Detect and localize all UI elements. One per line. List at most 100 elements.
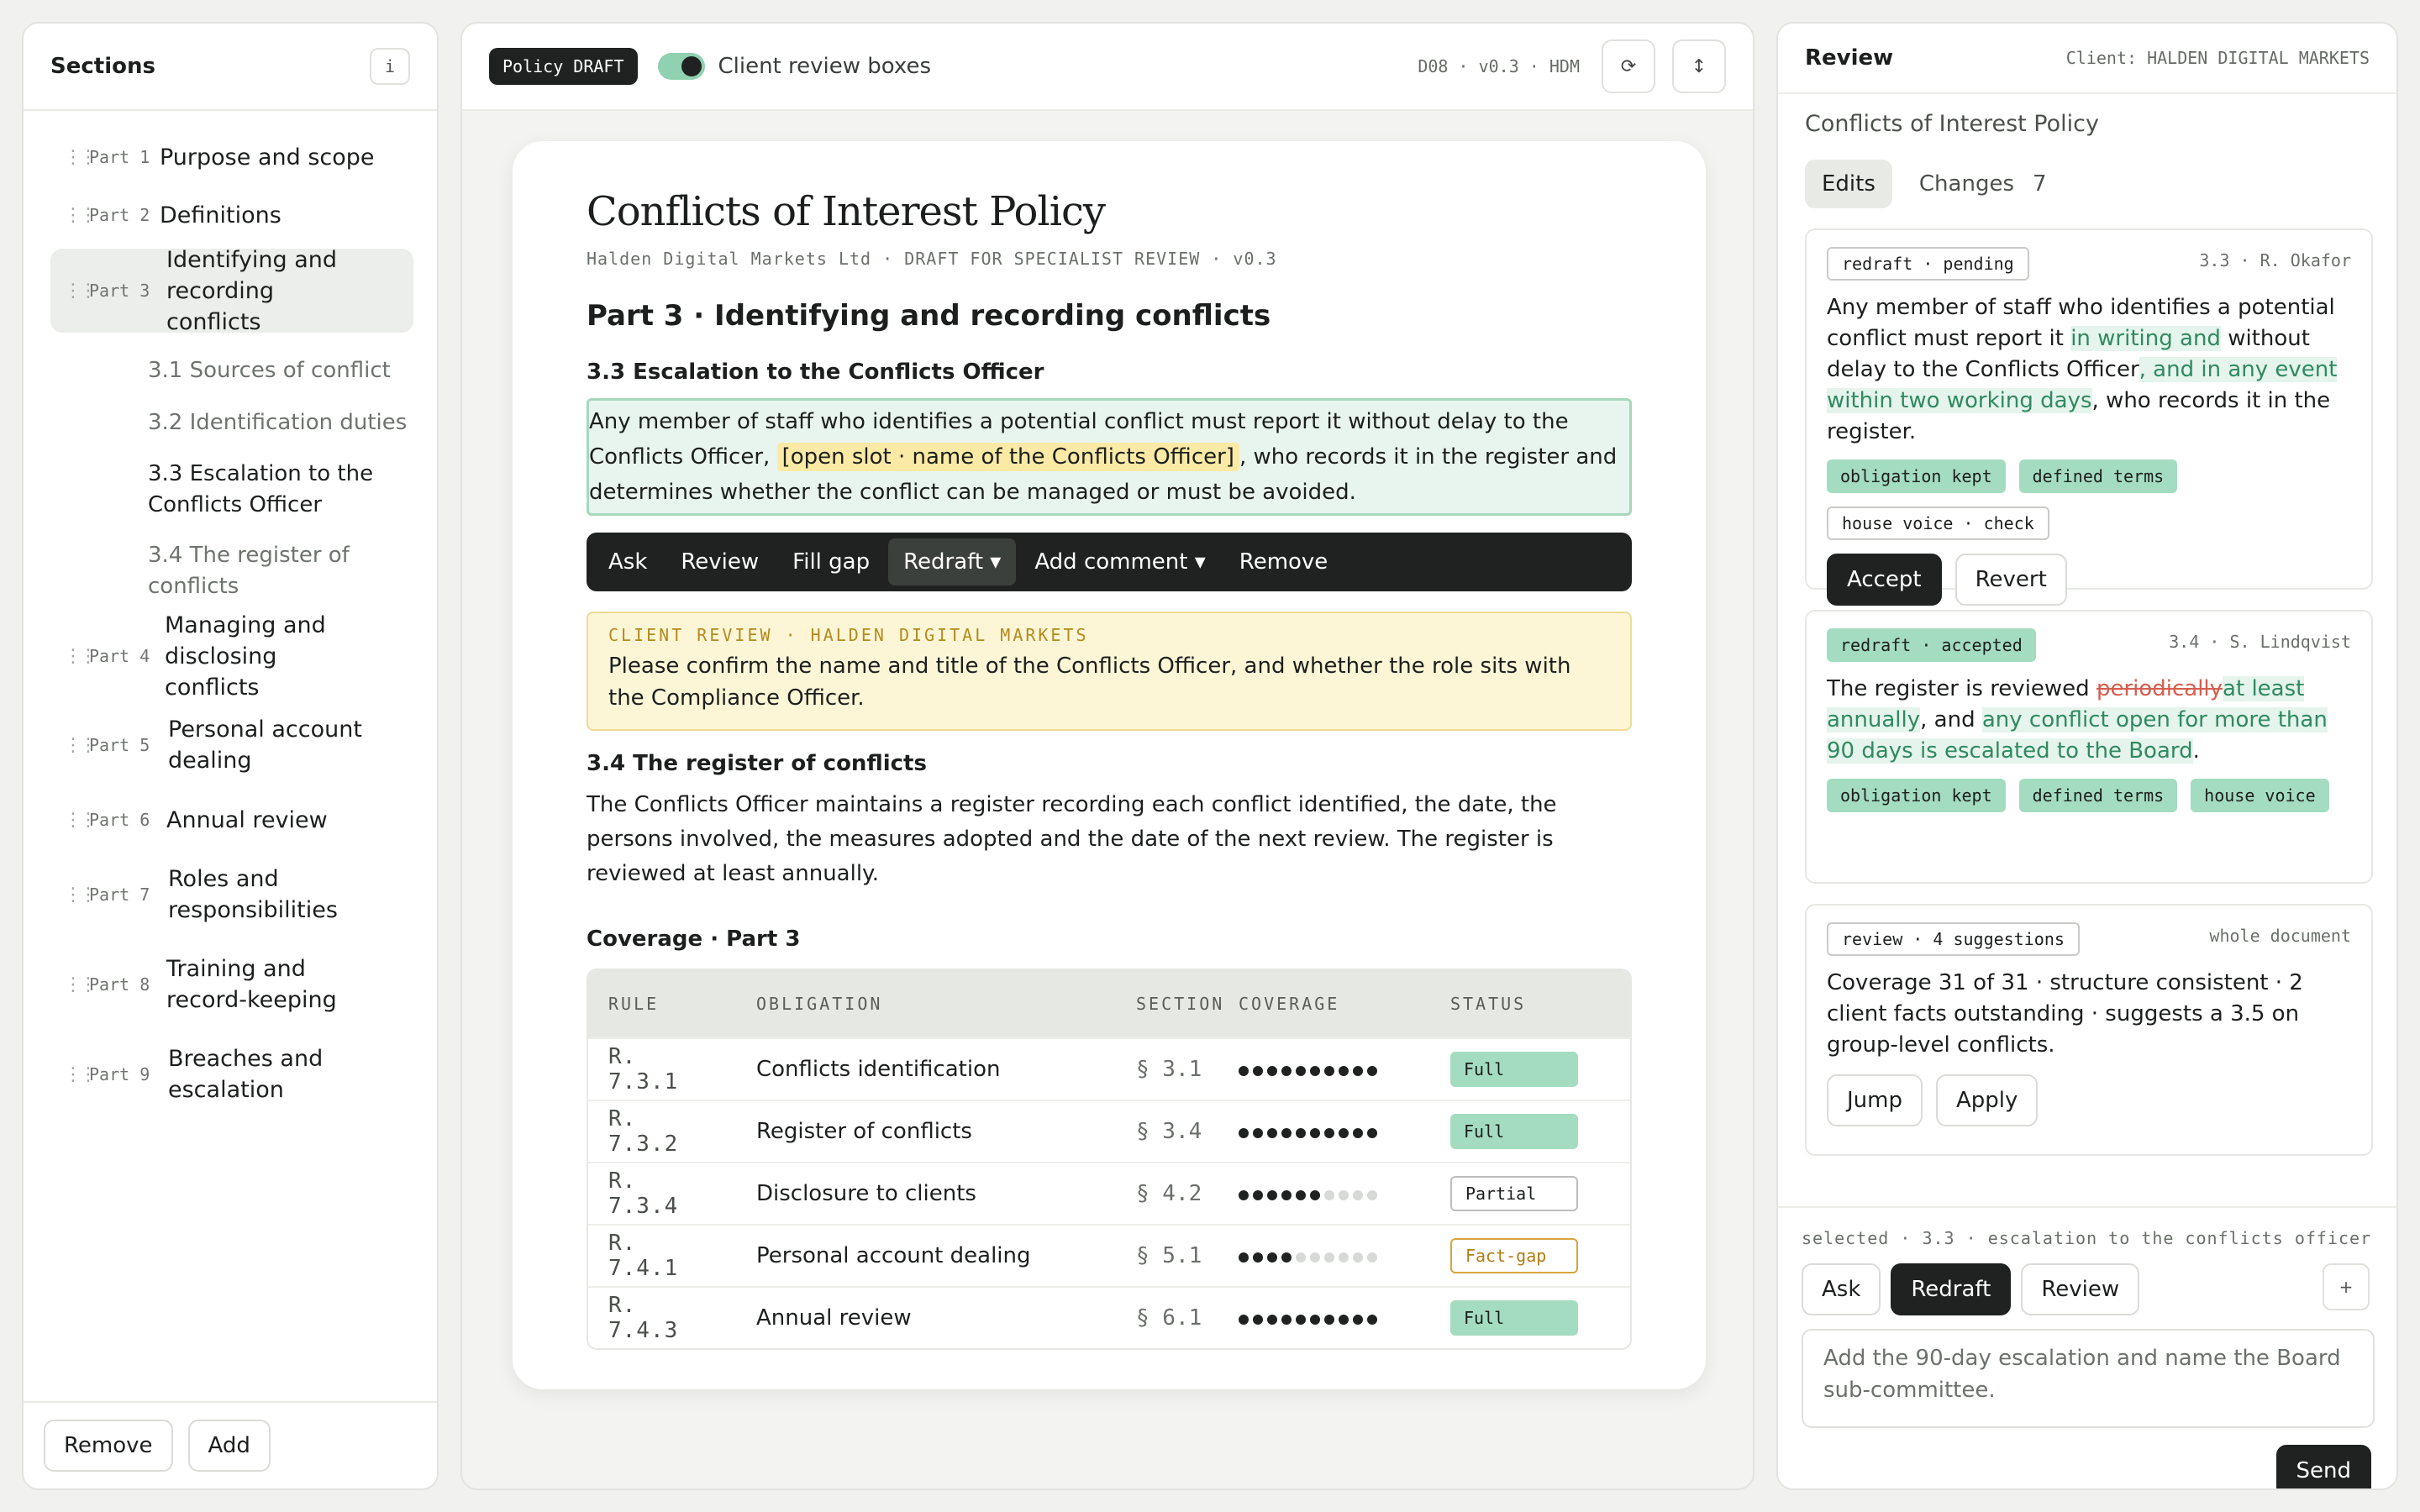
composer: selected · 3.3 · escalation to the confl…: [1778, 1206, 2396, 1488]
sidebar-item-part-3[interactable]: ⋮⋮ Part 3 Identifying and recording conf…: [50, 247, 413, 335]
coverage-meter: [1239, 1252, 1377, 1263]
coverage-dot: [1339, 1066, 1349, 1076]
coverage-dot: [1367, 1315, 1377, 1325]
jump-button[interactable]: Jump: [1827, 1074, 1923, 1126]
coverage-dot: [1267, 1066, 1277, 1076]
column-header-coverage: COVERAGE: [1225, 970, 1430, 1037]
refresh-icon[interactable]: ⟳: [1602, 39, 1655, 93]
drag-handle-icon[interactable]: ⋮⋮: [64, 205, 97, 226]
sidebar-subitem-3-3[interactable]: 3.3 Escalation to the Conflicts Officer: [50, 449, 413, 531]
sidebar-item-part-6[interactable]: ⋮⋮ Part 6 Annual review: [50, 790, 413, 850]
coverage-dot: [1296, 1315, 1306, 1325]
part-label: Part 6: [89, 810, 150, 830]
remove-section-button[interactable]: Remove: [44, 1420, 173, 1472]
coverage-dot: [1367, 1190, 1377, 1200]
coverage-meter: [1239, 1315, 1377, 1325]
sidebar-item-part-4[interactable]: ⋮⋮ Part 4 Managing and disclosing confli…: [50, 612, 413, 701]
drag-handle-icon[interactable]: ⋮⋮: [64, 1064, 97, 1085]
check-tag: house voice · check: [1827, 507, 2049, 540]
table-row[interactable]: R. 7.3.1 Conflicts identification § 3.1 Ful…: [588, 1037, 1630, 1100]
plus-icon[interactable]: +: [2323, 1263, 2370, 1310]
prompt-input[interactable]: [1802, 1329, 2375, 1428]
revert-button[interactable]: Revert: [1954, 554, 2067, 606]
sort-icon[interactable]: ↕: [1672, 39, 1726, 93]
selected-paragraph[interactable]: Any member of staff who identifies a pot…: [587, 398, 1632, 516]
coverage-dot: [1296, 1190, 1306, 1200]
sidebar-item-part-8[interactable]: ⋮⋮ Part 8 Training and record-keeping: [50, 939, 413, 1030]
policy-draft-badge: Policy DRAFT: [489, 48, 638, 85]
status-badge: redraft · accepted: [1827, 628, 2036, 662]
table-row[interactable]: R. 7.3.2 Register of conflicts § 3.4 Full: [588, 1100, 1630, 1162]
edit-card-3-4: redraft · accepted 3.4 · S. Lindqvist Th…: [1805, 610, 2373, 884]
editor-panel: Policy DRAFT Client review boxes D08 · v…: [460, 22, 1754, 1490]
part-title: Training and record-keeping: [166, 956, 337, 1013]
client-review-toggle[interactable]: [657, 53, 705, 80]
sidebar-item-part-2[interactable]: ⋮⋮ Part 2 Definitions: [50, 183, 413, 247]
toolbar-add-comment-dropdown[interactable]: Add comment ▾: [1019, 538, 1220, 585]
editor-header: Policy DRAFT Client review boxes D08 · v…: [462, 24, 1753, 111]
section-cell: § 6.1: [1116, 1286, 1225, 1348]
accept-button[interactable]: Accept: [1827, 554, 1942, 606]
table-row[interactable]: R. 7.4.3 Annual review § 6.1 Full: [588, 1286, 1630, 1348]
sidebar-item-part-9[interactable]: ⋮⋮ Part 9 Breaches and escalation: [50, 1030, 413, 1119]
send-button[interactable]: Send: [2275, 1445, 2371, 1488]
review-doc-title: Conflicts of Interest Policy: [1805, 111, 2099, 137]
client-note-label: CLIENT REVIEW · HALDEN DIGITAL MARKETS: [608, 625, 1089, 645]
drag-handle-icon[interactable]: ⋮⋮: [64, 646, 97, 667]
check-tags: obligation kept defined terms house voic…: [1827, 779, 2351, 812]
sidebar-item-part-1[interactable]: ⋮⋮ Part 1 Purpose and scope: [50, 131, 413, 183]
coverage-cell: [1225, 1224, 1430, 1286]
info-icon[interactable]: i: [370, 48, 410, 85]
mode-ask-button[interactable]: Ask: [1802, 1263, 1881, 1315]
drag-handle-icon[interactable]: ⋮⋮: [64, 735, 97, 756]
mode-review-button[interactable]: Review: [2021, 1263, 2140, 1315]
table-row[interactable]: R. 7.3.4 Disclosure to clients § 4.2 Partia…: [588, 1162, 1630, 1224]
drag-handle-icon[interactable]: ⋮⋮: [64, 147, 97, 168]
tab-edits[interactable]: Edits: [1805, 160, 1892, 208]
part-title: Breaches and escalation: [168, 1046, 324, 1103]
status-cell: Full: [1429, 1100, 1630, 1162]
part-label: Part 5: [89, 735, 150, 755]
tab-edits-label: Edits: [1822, 171, 1876, 197]
table-row[interactable]: R. 7.4.1 Personal account dealing § 5.1 Fac…: [588, 1224, 1630, 1286]
status-badge: Fact-gap: [1449, 1238, 1578, 1273]
rule-cell: R. 7.4.1: [588, 1224, 736, 1286]
client-review-note: CLIENT REVIEW · HALDEN DIGITAL MARKETS P…: [587, 612, 1632, 731]
mode-redraft-button[interactable]: Redraft: [1891, 1263, 2012, 1315]
sidebar-item-part-5[interactable]: ⋮⋮ Part 5 Personal account dealing: [50, 701, 413, 790]
review-summary-text: Coverage 31 of 31 · structure consistent…: [1827, 970, 2303, 1058]
toolbar-review-button[interactable]: Review: [666, 538, 774, 585]
coverage-dot: [1324, 1128, 1334, 1138]
toolbar-remove-button[interactable]: Remove: [1224, 538, 1344, 585]
coverage-dot: [1339, 1252, 1349, 1263]
drag-handle-icon[interactable]: ⋮⋮: [64, 974, 97, 995]
obligation-cell: Conflicts identification: [736, 1037, 1116, 1100]
column-header-obligation: OBLIGATION: [736, 970, 1116, 1037]
status-badge: Partial: [1449, 1176, 1578, 1211]
part-title: Annual review: [166, 806, 328, 833]
part-title: Managing and disclosing conflicts: [165, 612, 326, 701]
tab-changes[interactable]: Changes 7: [1902, 160, 2064, 208]
drag-handle-icon[interactable]: ⋮⋮: [64, 885, 97, 906]
sidebar-subitem-3-2[interactable]: 3.2 Identification duties: [50, 396, 413, 449]
drag-handle-icon[interactable]: ⋮⋮: [64, 281, 97, 302]
open-slot[interactable]: [open slot · name of the Conflicts Offic…: [776, 443, 1239, 471]
coverage-dot: [1296, 1066, 1306, 1076]
section-heading-3-3: 3.3 Escalation to the Conflicts Officer: [587, 360, 1044, 385]
toolbar-ask-button[interactable]: Ask: [593, 538, 662, 585]
section-cell: § 4.2: [1116, 1162, 1225, 1224]
sidebar-item-part-7[interactable]: ⋮⋮ Part 7 Roles and responsibilities: [50, 850, 413, 939]
toolbar-fill-gap-button[interactable]: Fill gap: [777, 538, 885, 585]
check-tag: obligation kept: [1827, 779, 2006, 812]
coverage-dot: [1267, 1315, 1277, 1325]
table-header-row: RULE OBLIGATION SECTION COVERAGE STATUS: [588, 970, 1630, 1037]
drag-handle-icon[interactable]: ⋮⋮: [64, 810, 97, 831]
part-heading: Part 3 · Identifying and recording confl…: [587, 299, 1271, 333]
apply-button[interactable]: Apply: [1935, 1074, 2039, 1126]
sidebar-subitem-3-4[interactable]: 3.4 The register of conflicts: [50, 531, 413, 612]
toolbar-redraft-dropdown[interactable]: Redraft ▾: [888, 538, 1017, 585]
coverage-dot: [1253, 1315, 1263, 1325]
coverage-dot: [1253, 1252, 1263, 1263]
add-section-button[interactable]: Add: [187, 1420, 271, 1472]
sidebar-subitem-3-1[interactable]: 3.1 Sources of conflict: [50, 344, 413, 396]
